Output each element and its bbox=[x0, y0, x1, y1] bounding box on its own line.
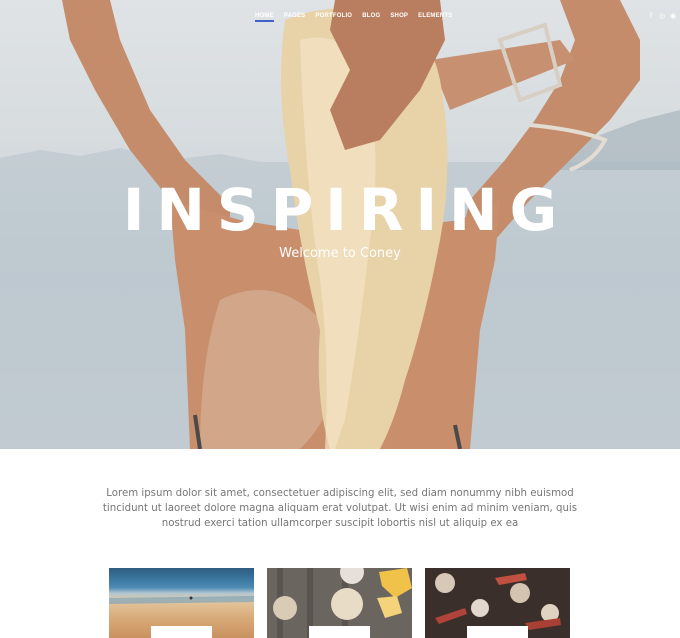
portfolio-card-food[interactable] bbox=[425, 568, 570, 638]
main-nav: Home Pages Portfolio Blog Shop Elements bbox=[255, 13, 452, 22]
nav-item-elements[interactable]: Elements bbox=[418, 13, 452, 19]
nav-item-home[interactable]: Home bbox=[255, 13, 274, 22]
intro-paragraph: Lorem ipsum dolor sit amet, consectetuer… bbox=[102, 488, 578, 529]
social-links: f ◎ ◉ bbox=[648, 13, 676, 20]
nav-item-pages[interactable]: Pages bbox=[284, 13, 306, 19]
facebook-icon[interactable]: f bbox=[648, 13, 654, 20]
card-button[interactable] bbox=[151, 626, 212, 638]
hero-title: INSPIRING bbox=[122, 176, 570, 244]
nav-item-shop[interactable]: Shop bbox=[390, 13, 408, 19]
portfolio-card-drinks[interactable] bbox=[267, 568, 412, 638]
nav-item-portfolio[interactable]: Portfolio bbox=[315, 13, 352, 19]
dribbble-icon[interactable]: ◉ bbox=[670, 13, 676, 20]
hero-subtitle: Welcome to Coney bbox=[279, 246, 401, 261]
nav-item-blog[interactable]: Blog bbox=[362, 13, 380, 19]
card-button[interactable] bbox=[309, 626, 370, 638]
instagram-icon[interactable]: ◎ bbox=[659, 13, 665, 20]
hero-section: Home Pages Portfolio Blog Shop Elements … bbox=[0, 0, 680, 449]
portfolio-cards bbox=[109, 568, 570, 638]
card-button[interactable] bbox=[467, 626, 528, 638]
portfolio-card-beach[interactable] bbox=[109, 568, 254, 638]
